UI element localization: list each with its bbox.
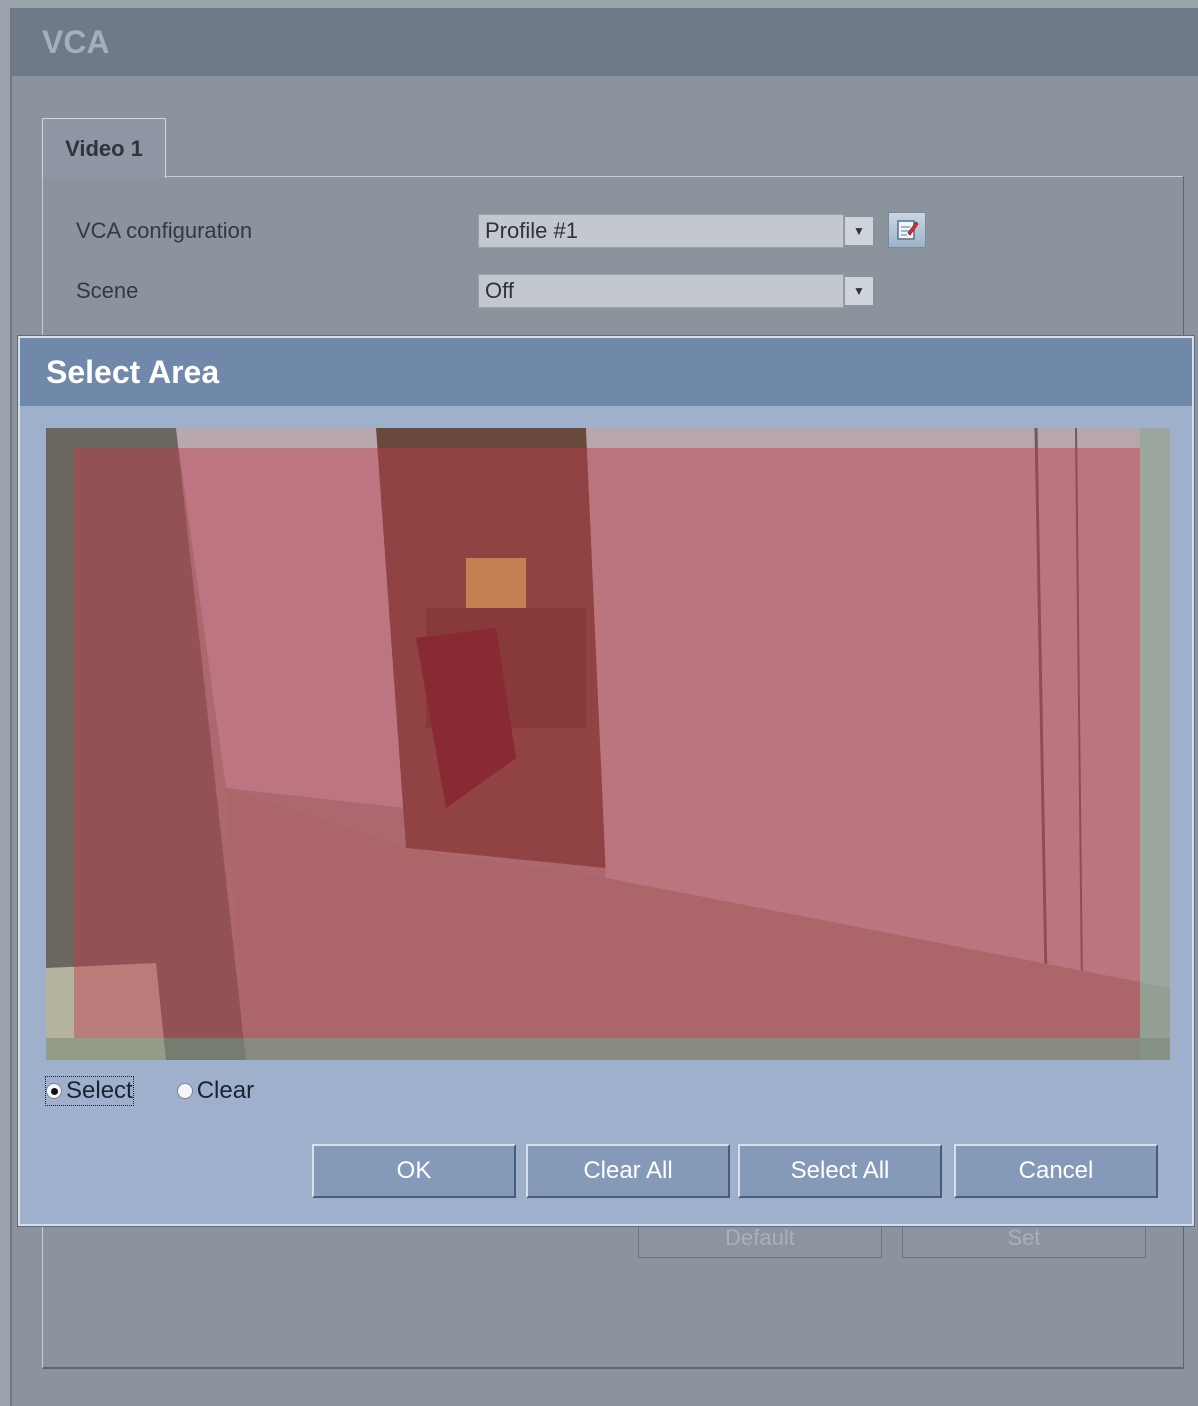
app-header: VCA xyxy=(12,8,1198,76)
page-title: VCA xyxy=(42,24,110,60)
select-all-button[interactable]: Select All xyxy=(738,1144,942,1198)
mode-radio-group: Select Clear xyxy=(45,1076,254,1106)
edit-icon[interactable] xyxy=(888,212,926,248)
dialog-header: Select Area xyxy=(20,338,1192,406)
tab-video-1[interactable]: Video 1 xyxy=(42,118,166,178)
dialog-title: Select Area xyxy=(46,354,220,390)
select-radio-option[interactable]: Select xyxy=(45,1076,134,1106)
scene-label: Scene xyxy=(76,278,139,303)
clear-all-button[interactable]: Clear All xyxy=(526,1144,730,1198)
clear-radio[interactable] xyxy=(176,1083,193,1099)
clear-radio-option[interactable]: Clear xyxy=(176,1077,254,1105)
camera-image xyxy=(46,428,1170,1060)
vca-configuration-select[interactable]: Profile #1 xyxy=(478,214,844,248)
cancel-button[interactable]: Cancel xyxy=(954,1144,1158,1198)
chevron-down-icon[interactable]: ▼ xyxy=(844,216,874,246)
select-area-dialog: Select Area Select Clear OK Clear All Se… xyxy=(18,336,1194,1226)
scene-select[interactable]: Off xyxy=(478,274,844,308)
select-radio-label[interactable]: Select xyxy=(66,1077,133,1105)
camera-view[interactable] xyxy=(46,428,1170,1060)
vca-configuration-label: VCA configuration xyxy=(76,218,253,243)
select-radio[interactable] xyxy=(46,1083,62,1099)
ok-button[interactable]: OK xyxy=(312,1144,516,1198)
clear-radio-label[interactable]: Clear xyxy=(197,1077,254,1105)
chevron-down-icon[interactable]: ▼ xyxy=(844,276,874,306)
